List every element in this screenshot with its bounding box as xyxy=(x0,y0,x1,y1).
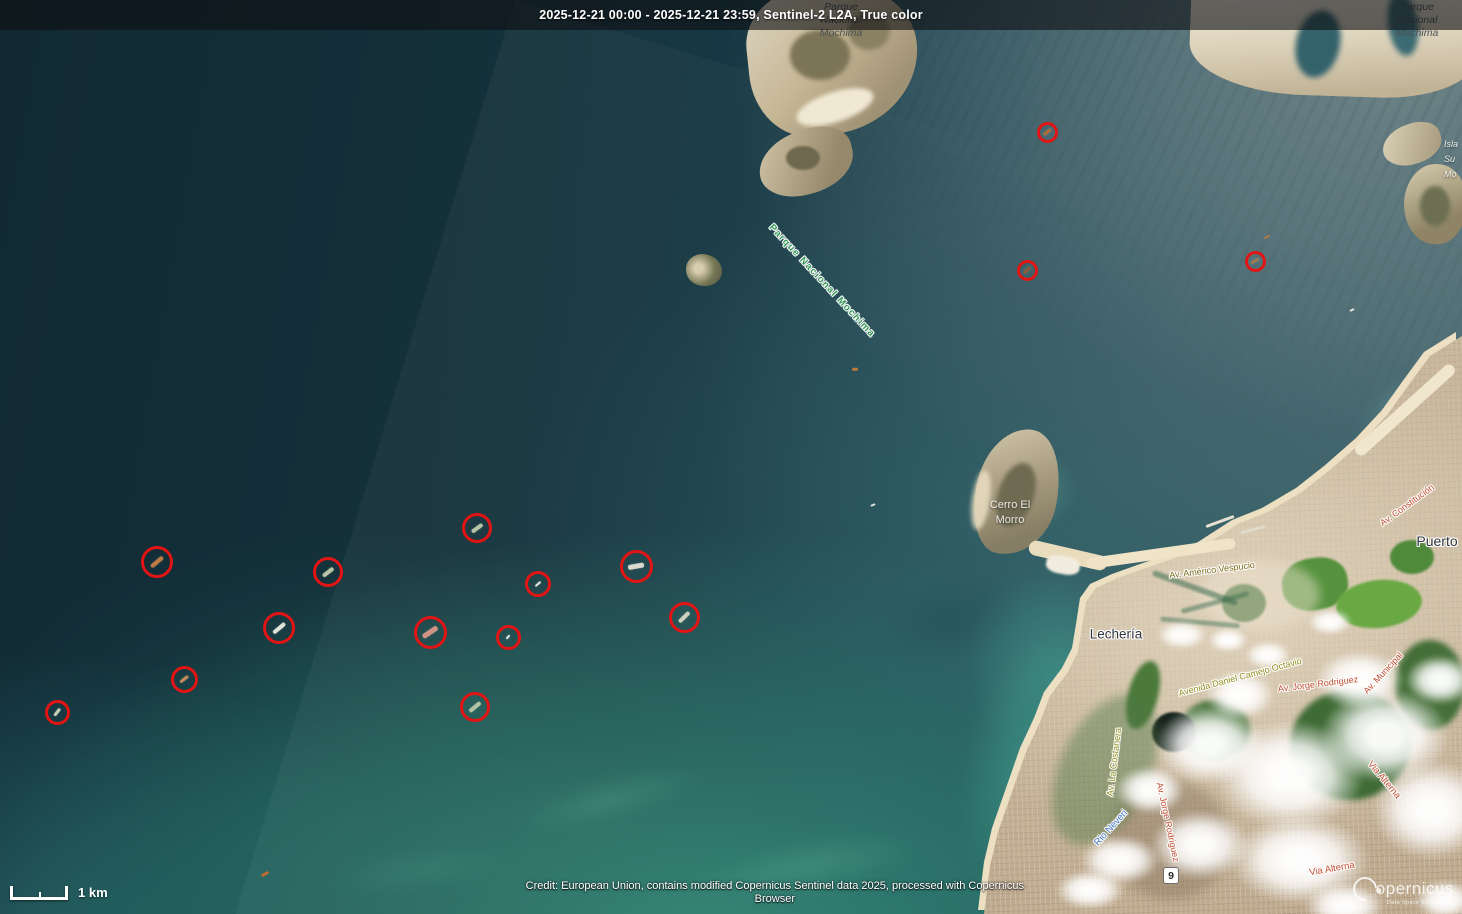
copernicus-logo-row: opernicus xyxy=(1347,872,1454,906)
vessel-detection-circle xyxy=(313,557,343,587)
detected-ship xyxy=(149,555,165,569)
vessel-detection-circle xyxy=(668,601,700,633)
detected-ship xyxy=(627,562,645,570)
detected-ship xyxy=(421,625,439,639)
detected-ship xyxy=(505,634,511,640)
detected-ship xyxy=(321,566,335,578)
detected-ship xyxy=(470,522,484,534)
detected-ship xyxy=(677,610,691,624)
vessel-detection-circle xyxy=(413,615,447,649)
satellite-map-canvas[interactable]: 9 ParqueNacionalMochimaParqueNacionalMoc… xyxy=(0,0,1462,914)
detected-ship xyxy=(1250,257,1260,265)
detected-ship xyxy=(272,621,286,635)
vessel-detection-circle xyxy=(462,513,492,543)
detected-ship xyxy=(179,674,189,684)
detected-ship xyxy=(1042,128,1052,136)
vessel-detection-circle xyxy=(460,692,490,722)
copernicus-c-icon xyxy=(1347,872,1382,906)
copernicus-logo: opernicus Data Space Ecosystem xyxy=(1347,872,1454,906)
vessel-detection-circle xyxy=(525,571,551,597)
detected-ship xyxy=(534,580,542,588)
detected-ship xyxy=(1022,266,1032,274)
vessel-detection-circle xyxy=(263,612,295,644)
layer-title: 2025-12-21 00:00 - 2025-12-21 23:59, Sen… xyxy=(539,8,923,22)
timestamp-bar: 2025-12-21 00:00 - 2025-12-21 23:59, Sen… xyxy=(0,0,1462,30)
vessel-detection-circle xyxy=(1016,259,1038,281)
vessel-detection-circle xyxy=(1036,121,1058,143)
detected-ship xyxy=(53,707,61,717)
copernicus-tagline: Data Space Ecosystem xyxy=(1386,900,1452,906)
vessel-detection-circle xyxy=(1244,250,1266,272)
copernicus-logo-text: opernicus xyxy=(1375,879,1454,898)
vessel-detection-circle xyxy=(495,624,521,650)
detected-ship xyxy=(468,700,482,714)
attribution-text: Credit: European Union, contains modifie… xyxy=(526,880,1024,906)
attribution-line-2: Browser xyxy=(754,893,796,905)
vessel-detection-circle xyxy=(141,546,173,578)
scale-bracket xyxy=(10,886,68,900)
attribution-line-1: Credit: European Union, contains modifie… xyxy=(525,880,1025,892)
vessel-detection-circle xyxy=(44,699,70,725)
scale-label: 1 km xyxy=(78,885,108,900)
map-scale-bar: 1 km xyxy=(10,886,108,900)
vessel-detection-circle xyxy=(619,549,653,583)
vessel-detection-circle xyxy=(170,665,198,693)
vessel-detections-layer xyxy=(0,0,1462,914)
